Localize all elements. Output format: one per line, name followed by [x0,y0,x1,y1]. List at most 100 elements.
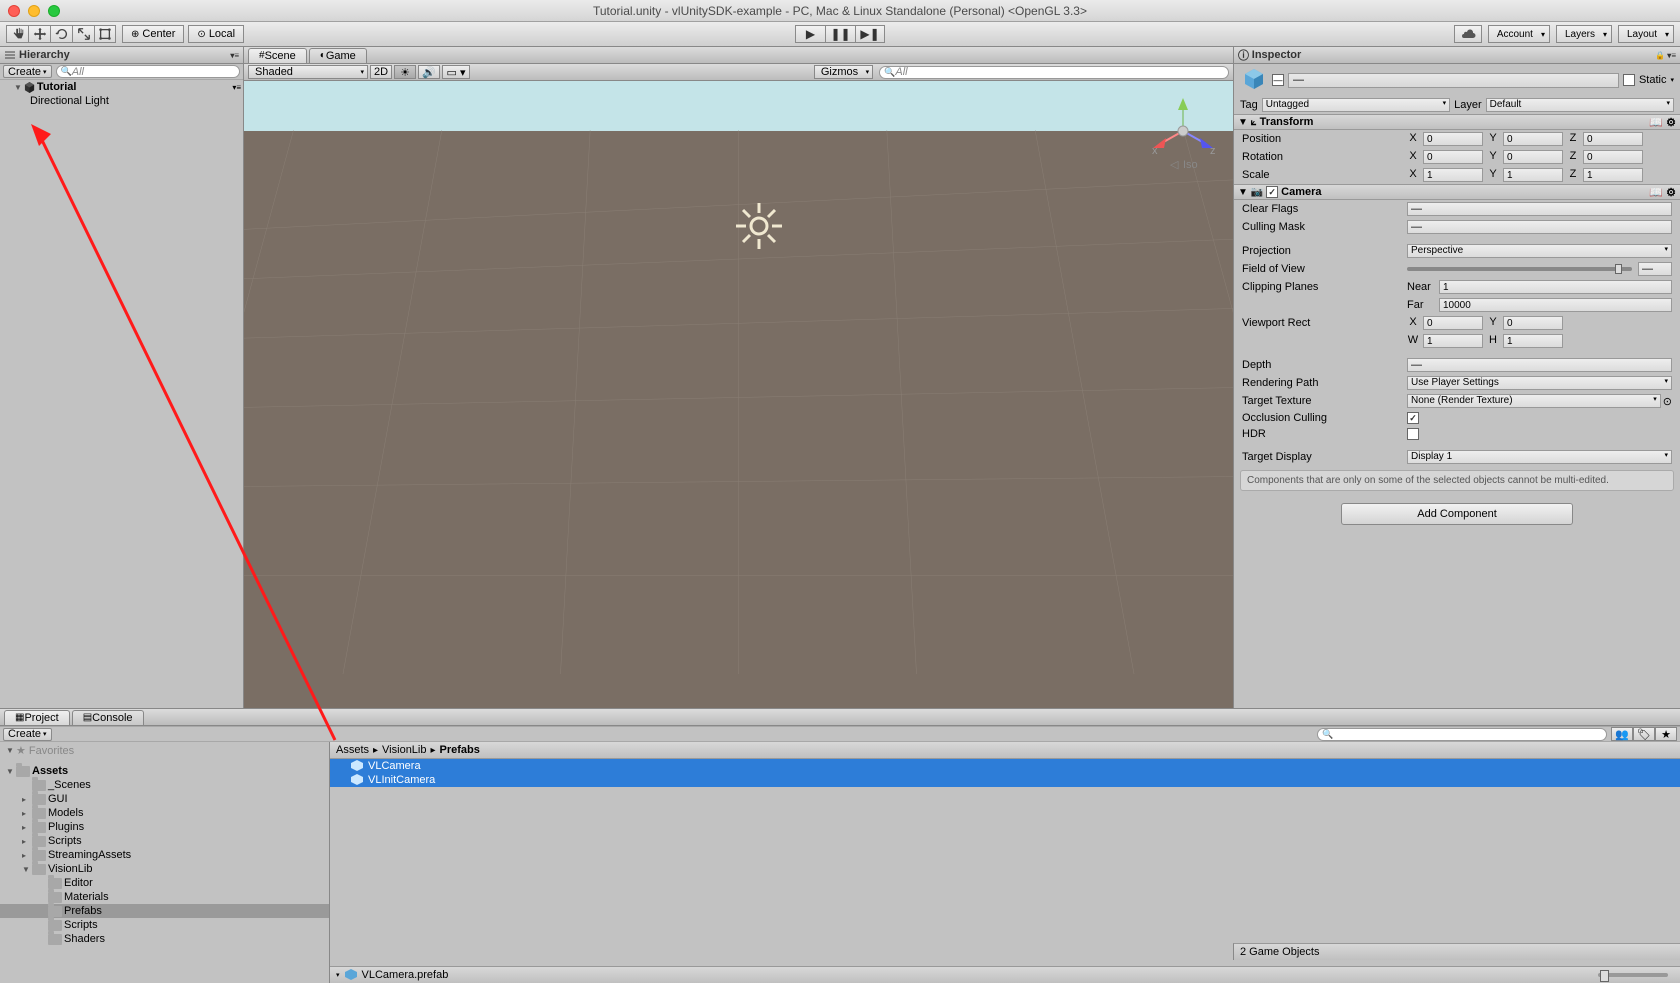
layer-dropdown[interactable]: Default [1486,98,1674,112]
scale-x[interactable] [1423,168,1483,182]
rotate-tool[interactable] [50,25,72,43]
cloud-button[interactable] [1454,25,1482,43]
hand-tool[interactable] [6,25,28,43]
hdr-checkbox[interactable] [1407,428,1419,440]
hierarchy-item[interactable]: Directional Light [0,94,243,108]
folder-item[interactable]: Shaders [0,932,329,946]
folder-icon [32,822,46,833]
fov-value[interactable]: — [1638,262,1672,276]
file-vlinitcamera[interactable]: VLInitCamera [330,773,1680,787]
panel-menu-icon[interactable]: ▾≡ [230,51,239,60]
breadcrumb-item[interactable]: VisionLib [382,744,426,756]
vp-y[interactable] [1503,316,1563,330]
fov-slider[interactable] [1407,267,1632,271]
vp-x[interactable] [1423,316,1483,330]
file-vlcamera[interactable]: VLCamera [330,759,1680,773]
folder-item[interactable]: Editor [0,876,329,890]
help-icon[interactable]: 📖 ⚙ [1649,116,1676,129]
project-search[interactable]: 🔍 [1317,728,1607,741]
scale-tool[interactable] [72,25,94,43]
layout-dropdown[interactable]: Layout [1618,25,1674,43]
tab-scene[interactable]: # Scene [248,48,307,63]
gameobject-name[interactable] [1288,73,1619,88]
filter-icon[interactable]: 👥 [1611,727,1633,741]
scene-search[interactable]: 🔍 All [879,66,1229,79]
visionlib-folder[interactable]: ▼ VisionLib [0,862,329,876]
far-field[interactable] [1439,298,1672,312]
play-button[interactable]: ▶ [795,25,825,43]
pos-y[interactable] [1503,132,1563,146]
account-dropdown[interactable]: Account [1488,25,1550,43]
favorites-header[interactable]: ▼★ Favorites [0,743,329,758]
clearflags-value[interactable]: — [1407,202,1672,216]
rect-tool[interactable] [94,25,116,43]
camera-enabled[interactable] [1266,186,1278,198]
occlusion-checkbox[interactable] [1407,412,1419,424]
depth-value[interactable]: — [1407,358,1672,372]
tab-game[interactable]: ◐ Game [309,48,367,63]
projection-dropdown[interactable]: Perspective [1407,244,1672,258]
thumbnail-slider[interactable] [1598,973,1668,977]
inspector-header[interactable]: ⓘ Inspector 🔒 ▾≡ [1234,47,1680,64]
step-button[interactable]: ▶❚ [855,25,885,43]
transform-component[interactable]: ▼ ⟀ Transform📖 ⚙ [1234,114,1680,130]
tag-dropdown[interactable]: Untagged [1262,98,1450,112]
breadcrumb-item[interactable]: Assets [336,744,369,756]
hierarchy-search[interactable]: 🔍 All [56,65,240,78]
static-checkbox[interactable] [1623,74,1635,86]
label-icon[interactable]: 🏷 [1633,727,1655,741]
folder-item[interactable]: ▸ GUI [0,792,329,806]
targettex-field[interactable]: None (Render Texture) [1407,394,1661,408]
move-tool[interactable] [28,25,50,43]
favorite-icon[interactable]: ★ [1655,727,1677,741]
folder-item[interactable]: Materials [0,890,329,904]
camera-component[interactable]: ▼ 📷 Camera📖 ⚙ [1234,184,1680,200]
hierarchy-header[interactable]: Hierarchy ▾≡ [0,47,243,64]
tab-project[interactable]: ▦ Project [4,710,70,725]
rot-x[interactable] [1423,150,1483,164]
project-create-dropdown[interactable]: Create ▾ [3,728,52,741]
folder-item[interactable]: ▸ Scripts [0,834,329,848]
audio-toggle[interactable]: 🔊 [418,65,440,79]
pivot-center-toggle[interactable]: ⊕ Center [122,25,184,43]
project-tree: ▼★ Favorites ▼ Assets _Scenes ▸ GUI ▸ Mo… [0,742,330,983]
pivot-local-toggle[interactable]: ⊙ Local [188,25,244,43]
active-checkbox[interactable]: — [1272,74,1284,86]
scene-viewport[interactable]: xz ◁ Iso [244,81,1233,708]
help-icon[interactable]: 📖 ⚙ [1649,186,1676,199]
targetdisplay-dropdown[interactable]: Display 1 [1407,450,1672,464]
assets-folder[interactable]: ▼ Assets [0,764,329,778]
orientation-gizmo[interactable]: xz ◁ Iso [1148,96,1218,176]
breadcrumb-item[interactable]: Prefabs [440,744,480,756]
2d-toggle[interactable]: 2D [370,65,392,79]
prefabs-folder[interactable]: Prefabs [0,904,329,918]
layers-dropdown[interactable]: Layers [1556,25,1612,43]
pause-button[interactable]: ❚❚ [825,25,855,43]
near-field[interactable] [1439,280,1672,294]
lighting-toggle[interactable]: ☀ [394,65,416,79]
rot-z[interactable] [1583,150,1643,164]
pos-x[interactable] [1423,132,1483,146]
gizmos-dropdown[interactable]: Gizmos [814,65,873,79]
vp-w[interactable] [1423,334,1483,348]
folder-item[interactable]: ▸ Models [0,806,329,820]
scale-y[interactable] [1503,168,1563,182]
vp-h[interactable] [1503,334,1563,348]
cullingmask-value[interactable]: — [1407,220,1672,234]
tab-console[interactable]: ▤ Console [72,710,144,725]
renderpath-dropdown[interactable]: Use Player Settings [1407,376,1672,390]
scene-root[interactable]: ▼ Tutorial ▾≡ [0,80,243,94]
scene-menu-icon[interactable]: ▾≡ [232,83,241,92]
add-component-button[interactable]: Add Component [1341,503,1573,525]
scale-z[interactable] [1583,168,1643,182]
create-dropdown[interactable]: Create ▾ [3,65,52,78]
fx-dropdown[interactable]: ▭ ▾ [442,65,470,79]
pos-z[interactable] [1583,132,1643,146]
panel-menu-icon[interactable]: 🔒 ▾≡ [1655,51,1676,60]
folder-item[interactable]: ▸ Plugins [0,820,329,834]
folder-item[interactable]: ▸ StreamingAssets [0,848,329,862]
folder-item[interactable]: Scripts [0,918,329,932]
rot-y[interactable] [1503,150,1563,164]
shading-dropdown[interactable]: Shaded [248,65,368,79]
folder-item[interactable]: _Scenes [0,778,329,792]
